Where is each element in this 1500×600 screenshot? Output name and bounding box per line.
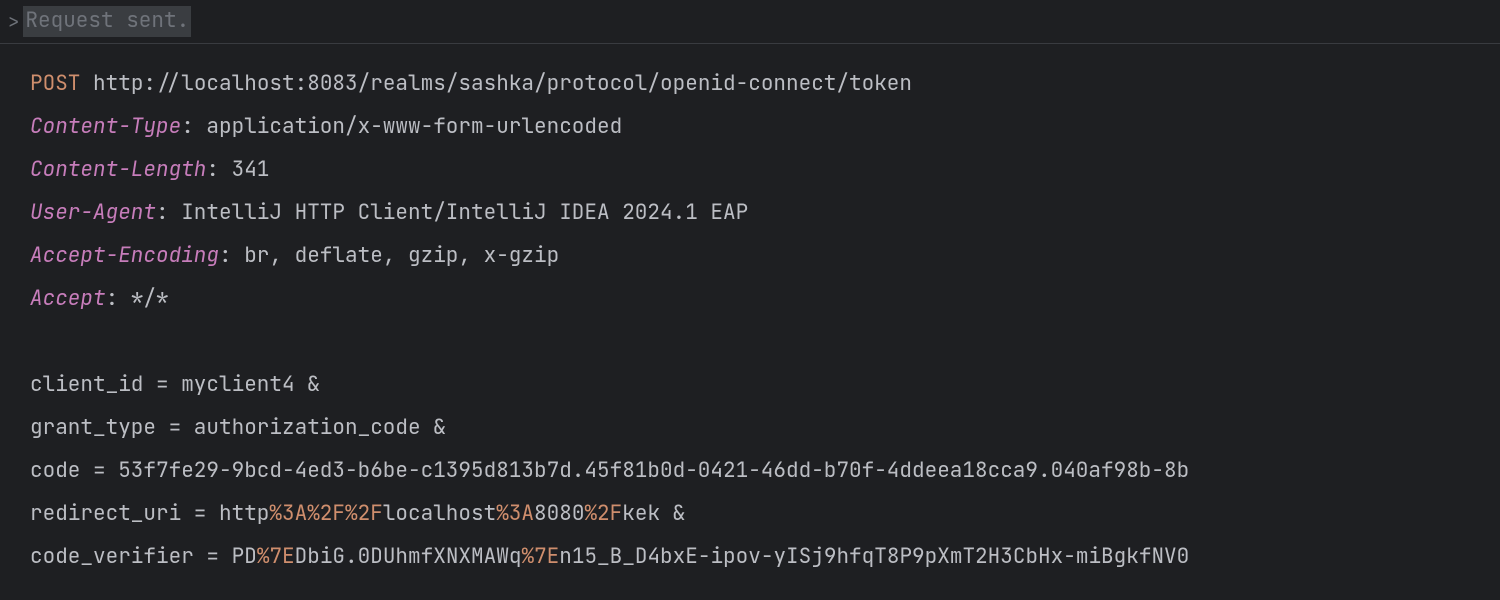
header-separator: : (181, 113, 206, 140)
body-line: code = 53f7fe29-9bcd-4ed3-b6be-c1395d813… (30, 449, 1500, 492)
header-value: 341 (232, 156, 270, 183)
header-separator: : (156, 199, 181, 226)
body-segment: client_id = myclient4 & (30, 371, 320, 398)
header-value: IntelliJ HTTP Client/IntelliJ IDEA 2024.… (181, 199, 748, 226)
body-segment: n15_B_D4bxE-ipov-yISj9hfqT8P9pXmT2H3CbHx… (559, 543, 1189, 570)
blank-line (30, 320, 1500, 363)
header-line: Accept-Encoding: br, deflate, gzip, x-gz… (30, 234, 1500, 277)
status-text: Request sent. (23, 6, 191, 36)
body-segment: redirect_uri = http (30, 500, 269, 527)
url-escape-sequence: %3A (496, 500, 534, 527)
header-value: application/x-www-form-urlencoded (206, 113, 622, 140)
http-url: http://localhost:8083/realms/sashka/prot… (93, 70, 912, 97)
body-line: grant_type = authorization_code & (30, 406, 1500, 449)
header-line: Accept: */* (30, 277, 1500, 320)
body-segment: code = 53f7fe29-9bcd-4ed3-b6be-c1395d813… (30, 457, 1189, 484)
body-line: client_id = myclient4 & (30, 363, 1500, 406)
console-content[interactable]: POST http://localhost:8083/realms/sashka… (0, 44, 1500, 579)
header-value: */* (131, 285, 169, 312)
header-line: Content-Type: application/x-www-form-url… (30, 105, 1500, 148)
body-segment: DbiG.0DUhmfXNXMAWq (295, 543, 522, 570)
chevron-right-icon: > (8, 8, 19, 36)
http-console: > Request sent. POST http://localhost:80… (0, 0, 1500, 600)
body-line: code_verifier = PD%7EDbiG.0DUhmfXNXMAWq%… (30, 535, 1500, 578)
header-separator: : (106, 285, 131, 312)
header-name: Content-Length (30, 156, 206, 183)
header-line: Content-Length: 341 (30, 148, 1500, 191)
url-escape-sequence: %7E (257, 543, 295, 570)
header-value: br, deflate, gzip, x-gzip (244, 242, 559, 269)
url-escape-sequence: %2F (584, 500, 622, 527)
http-method: POST (30, 70, 80, 97)
header-name: Content-Type (30, 113, 181, 140)
console-top-bar[interactable]: > Request sent. (0, 0, 1500, 44)
url-escape-sequence: %3A%2F%2F (269, 500, 382, 527)
header-name: User-Agent (30, 199, 156, 226)
body-segment: 8080 (534, 500, 584, 527)
body-segment: code_verifier = PD (30, 543, 257, 570)
body-segment: localhost (383, 500, 496, 527)
header-separator: : (206, 156, 231, 183)
body-segment: grant_type = authorization_code & (30, 414, 446, 441)
body-line: redirect_uri = http%3A%2F%2Flocalhost%3A… (30, 492, 1500, 535)
header-line: User-Agent: IntelliJ HTTP Client/Intelli… (30, 191, 1500, 234)
request-line: POST http://localhost:8083/realms/sashka… (30, 62, 1500, 105)
body-segment: kek & (622, 500, 685, 527)
header-name: Accept (30, 285, 106, 312)
header-separator: : (219, 242, 244, 269)
url-escape-sequence: %7E (521, 543, 559, 570)
header-name: Accept-Encoding (30, 242, 219, 269)
